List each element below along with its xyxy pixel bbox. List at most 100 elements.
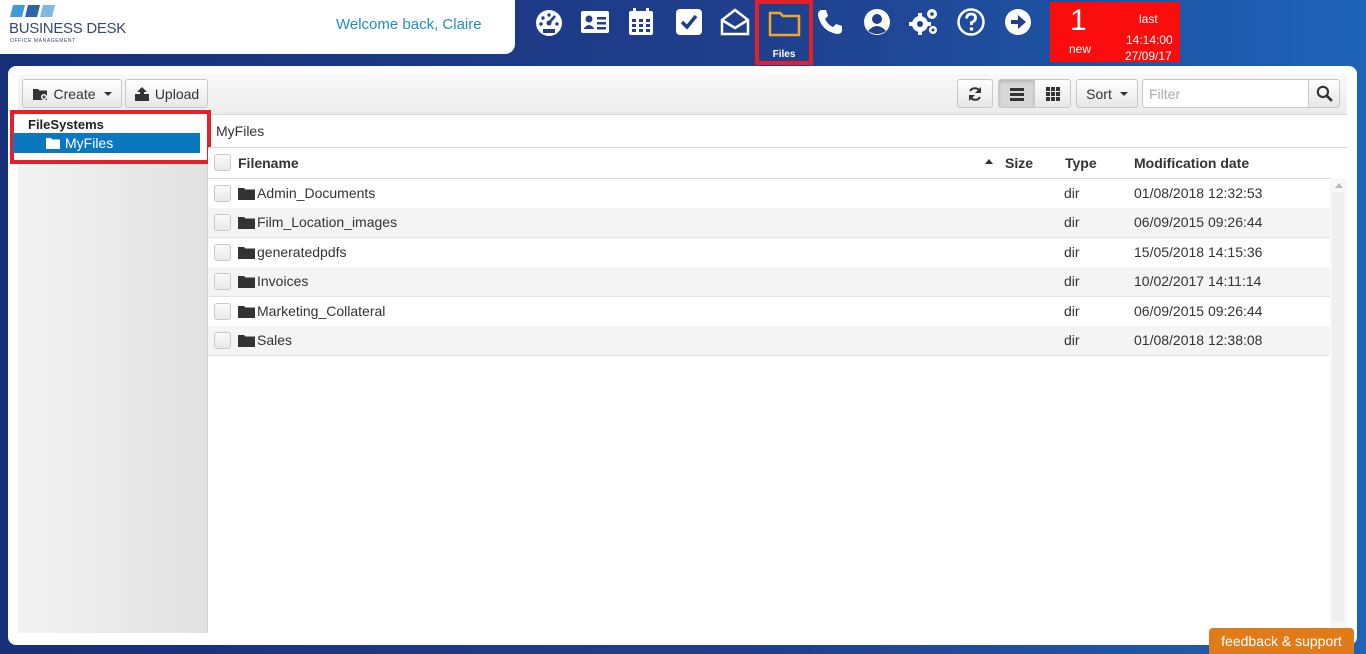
filter-input[interactable] xyxy=(1142,79,1309,108)
files-nav-button[interactable]: Files xyxy=(755,0,813,65)
refresh-button[interactable] xyxy=(957,79,993,108)
chevron-down-icon xyxy=(1119,91,1128,96)
file-modified: 06/09/2015 09:26:44 xyxy=(1134,303,1263,319)
contact-card-icon xyxy=(581,11,609,33)
settings-nav-button[interactable] xyxy=(906,4,942,40)
dashboard-nav-button[interactable] xyxy=(531,4,567,40)
row-checkbox[interactable] xyxy=(214,185,231,202)
calls-nav-button[interactable] xyxy=(812,4,848,40)
table-row[interactable]: generatedpdfs dir 15/05/2018 14:15:36 xyxy=(208,238,1330,268)
filesystems-heading: FileSystems xyxy=(28,117,104,132)
user-circle-icon xyxy=(864,9,890,35)
filesystem-sidebar: FileSystems MyFiles xyxy=(10,110,211,633)
table-row[interactable]: Marketing_Collateral dir 06/09/2015 09:2… xyxy=(208,297,1330,327)
help-nav-button[interactable] xyxy=(953,4,989,40)
notification-new-label: new xyxy=(1069,42,1092,56)
sort-button[interactable]: Sort xyxy=(1076,79,1138,108)
row-checkbox[interactable] xyxy=(214,244,231,261)
envelope-open-icon xyxy=(720,8,750,36)
arrow-right-circle-icon xyxy=(1005,9,1031,35)
logo-mark-icon xyxy=(10,5,55,17)
file-type: dir xyxy=(1064,273,1080,289)
file-type: dir xyxy=(1064,214,1080,230)
welcome-message: Welcome back, Claire xyxy=(336,16,482,33)
column-size[interactable]: Size xyxy=(1005,155,1033,171)
speedometer-icon xyxy=(536,10,562,36)
row-checkbox[interactable] xyxy=(214,273,231,290)
file-type: dir xyxy=(1064,244,1080,260)
file-type: dir xyxy=(1064,303,1080,319)
folder-icon xyxy=(238,188,255,200)
breadcrumb[interactable]: MyFiles xyxy=(216,123,264,139)
question-circle-icon xyxy=(957,8,985,36)
upload-icon xyxy=(134,86,149,101)
refresh-icon xyxy=(969,86,981,101)
table-row[interactable]: Film_Location_images dir 06/09/2015 09:2… xyxy=(208,208,1330,238)
sidebar-item-myfiles[interactable]: MyFiles xyxy=(13,133,200,153)
notification-last-label: last xyxy=(1139,12,1158,26)
notification-date: 27/09/17 xyxy=(1125,49,1172,63)
list-view-icon xyxy=(1009,87,1024,101)
column-filename[interactable]: Filename xyxy=(238,155,299,171)
folder-icon xyxy=(238,335,255,347)
row-checkbox[interactable] xyxy=(214,303,231,320)
create-button[interactable]: Create xyxy=(22,79,122,108)
upload-label: Upload xyxy=(154,85,200,102)
notification-time: 14:14:00 xyxy=(1126,33,1173,47)
file-modified: 15/05/2018 14:15:36 xyxy=(1134,244,1263,260)
checkbox-icon xyxy=(676,9,702,35)
contacts-nav-button[interactable] xyxy=(577,4,613,40)
row-checkbox[interactable] xyxy=(214,214,231,231)
file-name: Sales xyxy=(257,332,293,348)
scrollbar-thumb[interactable] xyxy=(1332,192,1344,622)
chevron-down-icon xyxy=(103,91,112,96)
folder-icon xyxy=(238,217,255,229)
column-modified[interactable]: Modification date xyxy=(1134,155,1249,171)
file-name: Invoices xyxy=(257,273,309,289)
file-table: Filename Size Type Modification date Adm… xyxy=(208,147,1347,634)
file-name: Marketing_Collateral xyxy=(257,303,386,319)
table-row[interactable]: Sales dir 01/08/2018 12:38:08 xyxy=(208,326,1330,356)
search-button[interactable] xyxy=(1308,79,1340,108)
phone-icon xyxy=(818,10,842,34)
file-name: Admin_Documents xyxy=(257,185,376,201)
upload-button[interactable]: Upload xyxy=(125,79,208,108)
file-toolbar: Create Upload Sort Filter xyxy=(18,74,1347,115)
notifications-badge[interactable]: 1 new last 14:14:00 27/09/17 xyxy=(1050,2,1180,63)
file-modified: 01/08/2018 12:38:08 xyxy=(1134,332,1263,348)
logout-nav-button[interactable] xyxy=(1000,4,1036,40)
grid-view-button[interactable] xyxy=(1034,79,1071,108)
profile-nav-button[interactable] xyxy=(859,4,895,40)
table-scrollbar[interactable] xyxy=(1330,178,1347,633)
grid-view-icon xyxy=(1045,86,1060,101)
folder-icon xyxy=(238,276,255,288)
tasks-nav-button[interactable] xyxy=(671,4,707,40)
sidebar-item-label: MyFiles xyxy=(65,135,114,151)
files-nav-label: Files xyxy=(772,49,796,60)
select-all-checkbox[interactable] xyxy=(214,154,231,171)
filesystem-tree: FileSystems MyFiles xyxy=(10,110,211,164)
notification-count: 1 xyxy=(1070,4,1087,37)
row-checkbox[interactable] xyxy=(214,332,231,349)
scroll-up-arrow-icon[interactable] xyxy=(1335,183,1343,188)
file-manager-panel: Create Upload Sort Filter FileSystems My… xyxy=(8,66,1357,645)
feedback-support-button[interactable]: feedback & support xyxy=(1209,628,1354,654)
table-header: Filename Size Type Modification date xyxy=(208,148,1347,179)
file-type: dir xyxy=(1064,332,1080,348)
file-name: generatedpdfs xyxy=(257,244,347,260)
column-type[interactable]: Type xyxy=(1065,155,1097,171)
folder-plus-icon xyxy=(33,88,48,100)
calendar-nav-button[interactable] xyxy=(623,4,659,40)
table-row[interactable]: Invoices dir 10/02/2017 14:11:14 xyxy=(208,267,1330,297)
logo-area: BUSINESS DESK OFFICE MANAGEMENT Welcome … xyxy=(0,0,515,54)
folder-icon xyxy=(238,247,255,259)
mail-nav-button[interactable] xyxy=(717,4,753,40)
list-view-button[interactable] xyxy=(998,79,1035,108)
file-modified: 10/02/2017 14:11:14 xyxy=(1134,273,1262,289)
sort-label: Sort xyxy=(1086,85,1112,102)
file-modified: 01/08/2018 12:32:53 xyxy=(1134,185,1263,201)
create-label: Create xyxy=(53,85,96,102)
calendar-icon xyxy=(629,8,653,35)
table-row[interactable]: Admin_Documents dir 01/08/2018 12:32:53 xyxy=(208,179,1330,209)
search-icon xyxy=(1316,85,1333,102)
